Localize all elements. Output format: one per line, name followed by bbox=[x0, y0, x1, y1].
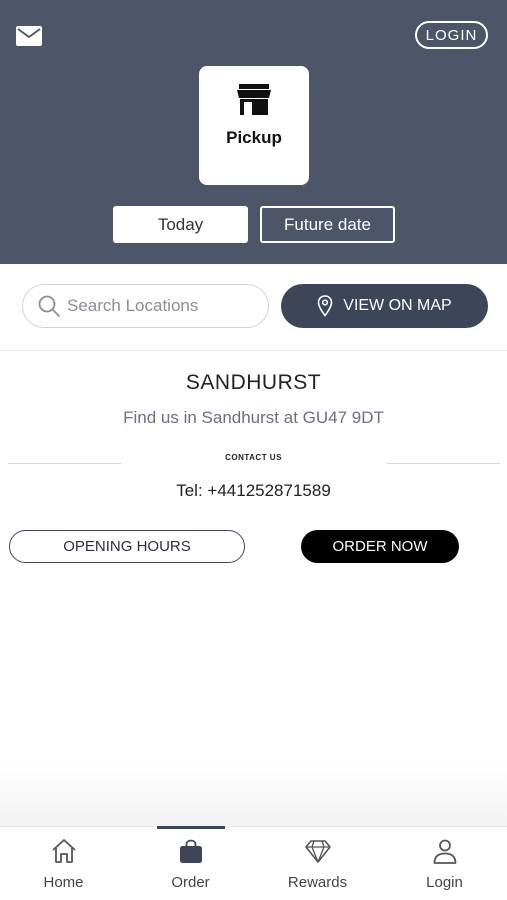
header: LOGIN Pickup Today Future date bbox=[0, 0, 507, 264]
search-input[interactable] bbox=[67, 296, 257, 316]
diamond-icon bbox=[304, 840, 331, 863]
phone-number[interactable]: Tel: +441252871589 bbox=[0, 481, 507, 501]
divider bbox=[0, 350, 507, 351]
map-pin-icon bbox=[317, 295, 333, 317]
home-icon bbox=[51, 839, 76, 863]
bottom-fade bbox=[0, 760, 507, 826]
user-icon bbox=[433, 839, 456, 864]
active-tab-indicator bbox=[157, 826, 225, 829]
tab-login[interactable]: Login bbox=[381, 827, 507, 900]
bag-icon bbox=[179, 839, 202, 863]
future-date-button[interactable]: Future date bbox=[260, 206, 395, 243]
tab-label: Rewards bbox=[287, 874, 348, 891]
tab-label: Order bbox=[171, 874, 210, 891]
view-on-map-label: VIEW ON MAP bbox=[343, 297, 452, 314]
search-icon bbox=[38, 295, 60, 317]
divider bbox=[387, 463, 500, 464]
location-name: SANDHURST bbox=[185, 371, 322, 394]
tab-rewards[interactable]: Rewards bbox=[254, 827, 381, 900]
store-icon bbox=[237, 84, 271, 115]
search-box[interactable] bbox=[22, 284, 269, 328]
opening-hours-button[interactable]: OPENING HOURS bbox=[9, 530, 245, 563]
tab-label: Home bbox=[43, 874, 84, 891]
login-button[interactable]: LOGIN bbox=[415, 21, 488, 49]
tab-order[interactable]: Order bbox=[127, 827, 254, 900]
tab-bar: Home Order Rewards Login bbox=[0, 826, 507, 900]
tab-label: Login bbox=[426, 874, 463, 891]
location-description: Find us in Sandhurst at GU47 9DT bbox=[123, 408, 384, 427]
contact-heading: CONTACT US bbox=[225, 453, 282, 462]
pickup-option[interactable]: Pickup bbox=[199, 66, 309, 185]
pickup-label: Pickup bbox=[226, 128, 282, 147]
today-button[interactable]: Today bbox=[113, 206, 248, 243]
tab-home[interactable]: Home bbox=[0, 827, 127, 900]
order-now-button[interactable]: ORDER NOW bbox=[301, 530, 459, 563]
view-on-map-button[interactable]: VIEW ON MAP bbox=[281, 284, 488, 328]
divider bbox=[8, 463, 121, 464]
envelope-icon[interactable] bbox=[16, 26, 42, 46]
